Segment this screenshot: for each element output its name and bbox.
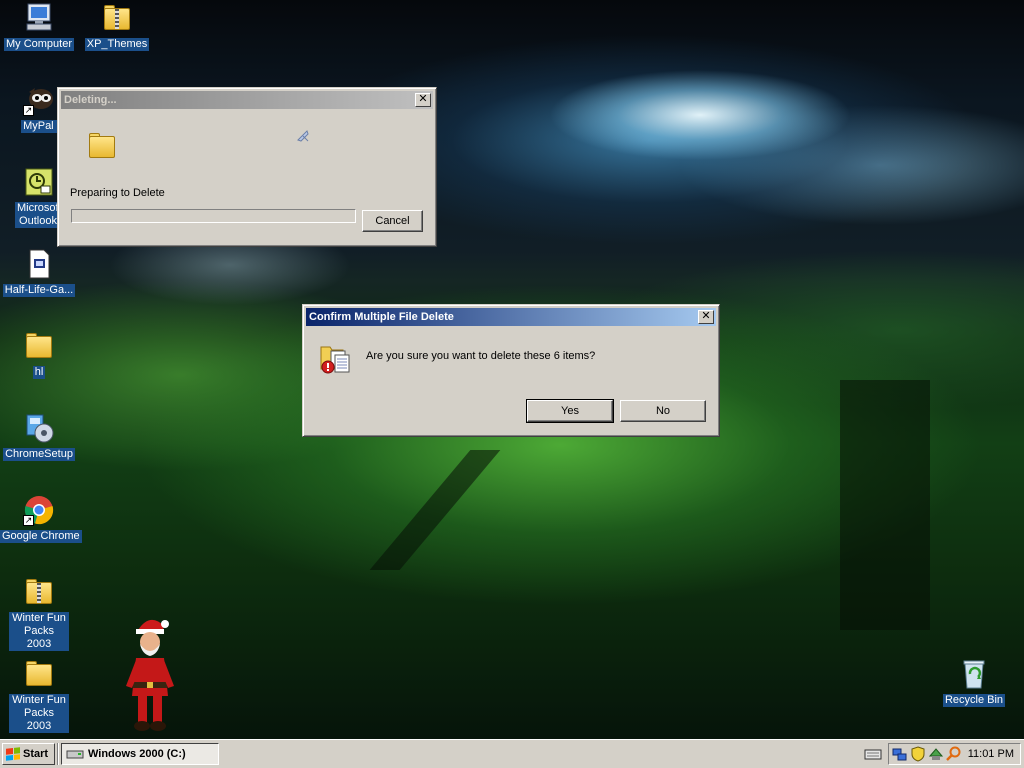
search-icon[interactable]: [946, 746, 962, 762]
desktop-icon-label: Recycle Bin: [942, 694, 1006, 707]
confirm-message: Are you sure you want to delete these 6 …: [366, 350, 596, 362]
desktop-icon-label: Google Chrome: [0, 530, 82, 543]
dialog-title: Confirm Multiple File Delete: [309, 311, 454, 323]
deleting-dialog-titlebar[interactable]: Deleting... ✕: [61, 91, 433, 109]
delete-files-icon: [319, 341, 353, 375]
keyboard-icon[interactable]: [864, 746, 882, 762]
desktop-icon-my-computer[interactable]: My Computer: [0, 2, 78, 51]
wallpaper-shadow: [840, 380, 930, 630]
delete-progress-bar: [71, 209, 356, 223]
recycle-bin-icon: [958, 658, 990, 690]
santa-elf-character[interactable]: [124, 616, 176, 734]
yes-button[interactable]: Yes: [526, 399, 614, 423]
desktop-icon-chromesetup[interactable]: ChromeSetup: [0, 412, 78, 461]
desktop-icon-label: hl: [32, 366, 46, 379]
cancel-button[interactable]: Cancel: [362, 210, 423, 232]
document-icon: [23, 248, 55, 280]
my-computer-icon: [23, 2, 55, 34]
desktop-icon-recycle-bin[interactable]: Recycle Bin: [935, 658, 1013, 707]
installer-icon: [23, 412, 55, 444]
desktop-icon-label: My Computer: [3, 38, 75, 51]
dialog-title: Deleting...: [64, 94, 117, 106]
close-icon: ✕: [418, 93, 428, 105]
chrome-icon: ↗: [23, 494, 55, 526]
zip-folder-icon: [101, 2, 133, 34]
clock[interactable]: 11:01 PM: [968, 748, 1014, 760]
zip-folder-icon: [23, 576, 55, 608]
desktop-icon-label: Winter Fun Packs 2003: [9, 694, 69, 733]
system-tray: 11:01 PM: [888, 743, 1021, 765]
delete-status-text: Preparing to Delete: [70, 187, 165, 199]
network-icon[interactable]: [892, 746, 908, 762]
start-label: Start: [23, 748, 49, 760]
confirm-dialog-titlebar[interactable]: Confirm Multiple File Delete ✕: [306, 308, 716, 326]
deleting-dialog: Deleting... ✕ Preparing to Delete Cancel: [57, 87, 437, 247]
flying-paper-icon: [295, 128, 311, 144]
taskbar: Start Windows 2000 (C:) 11:01 PM: [0, 739, 1024, 768]
desktop-icon-label: Microsoft Outlook: [15, 202, 62, 228]
start-button[interactable]: Start: [2, 743, 55, 765]
desktop-icon-label: Half-Life-Ga...: [2, 284, 76, 297]
desktop-icon-winter-fun-zip[interactable]: Winter Fun Packs 2003: [0, 576, 78, 651]
close-button[interactable]: ✕: [698, 310, 714, 324]
update-icon[interactable]: [928, 746, 944, 762]
desktop-icon-winter-fun-folder[interactable]: Winter Fun Packs 2003: [0, 658, 78, 733]
drive-icon: [66, 750, 84, 759]
folder-icon: [23, 658, 55, 690]
desktop-icon-label: XP_Themes: [84, 38, 150, 51]
mypal-icon: ↗: [23, 84, 55, 116]
desktop-icon-label: Winter Fun Packs 2003: [9, 612, 69, 651]
outlook-icon: [23, 166, 55, 198]
security-shield-icon[interactable]: [910, 746, 926, 762]
wallpaper-shadow: [369, 450, 501, 570]
desktop-icon-xp-themes[interactable]: XP_Themes: [78, 2, 156, 51]
close-button[interactable]: ✕: [415, 93, 431, 107]
windows-logo-icon: [6, 747, 20, 761]
confirm-delete-dialog: Confirm Multiple File Delete ✕ Are you s…: [302, 304, 720, 437]
desktop-icon-hl[interactable]: hl: [0, 330, 78, 379]
taskbar-item-windows-2000-c[interactable]: Windows 2000 (C:): [61, 743, 219, 765]
no-button[interactable]: No: [620, 400, 706, 422]
folder-icon: [86, 130, 116, 158]
task-label: Windows 2000 (C:): [88, 748, 186, 760]
folder-icon: [23, 330, 55, 362]
taskbar-divider: [57, 743, 59, 765]
desktop-icon-google-chrome[interactable]: ↗ Google Chrome: [0, 494, 82, 543]
desktop-icon-half-life[interactable]: Half-Life-Ga...: [0, 248, 78, 297]
close-icon: ✕: [701, 310, 711, 322]
desktop-icon-label: ChromeSetup: [3, 448, 75, 461]
